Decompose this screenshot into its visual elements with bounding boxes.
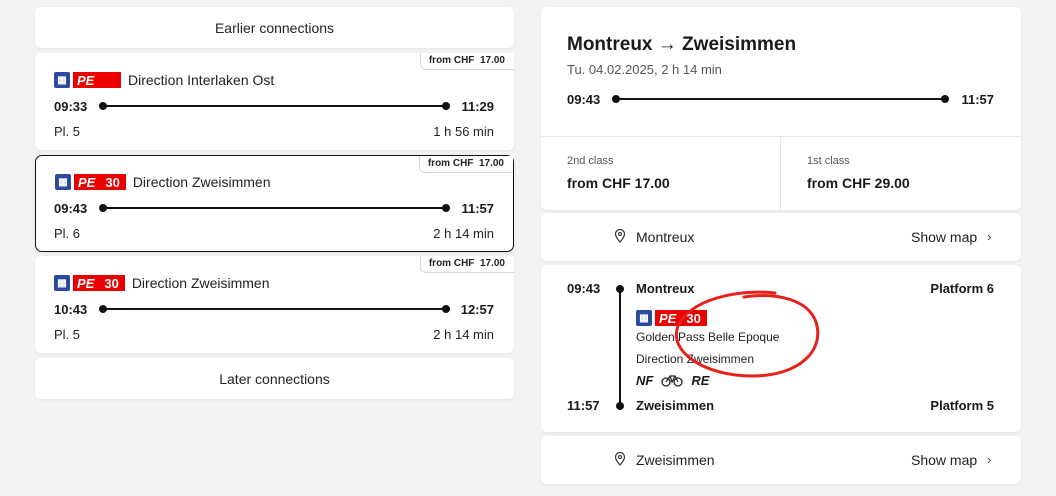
route-end-dot [442, 102, 450, 110]
route-end-dot [442, 204, 450, 212]
direction-text: Direction Zweisimmen [131, 275, 270, 291]
chevron-right-icon: › [987, 229, 992, 244]
duration-text: 2 h 14 min [433, 226, 494, 241]
show-map-link[interactable]: Show map [911, 229, 977, 245]
direction-text: Direction Interlaken Ost [128, 72, 275, 88]
route-line [103, 207, 445, 209]
train-name: Golden Pass Belle Epoque [636, 330, 780, 344]
route-line [103, 105, 445, 107]
departure-platform: Platform 6 [930, 281, 994, 296]
class-label: 2nd class [567, 155, 614, 167]
departure-time: 09:43 [54, 201, 88, 216]
show-map-link[interactable]: Show map [911, 452, 977, 468]
price-tag: from CHF 17.00 [418, 156, 513, 173]
train-icon: ▦ [636, 310, 652, 326]
location-pin-icon [614, 229, 626, 243]
class-price: from CHF 29.00 [807, 175, 910, 191]
chevron-right-icon: › [987, 452, 992, 467]
attribute-re: RE [691, 373, 710, 388]
route-line [103, 308, 445, 310]
price-tag: from CHF 17.00 [419, 53, 514, 70]
platform-text: Pl. 5 [54, 124, 81, 139]
departure-time: 09:43 [567, 92, 601, 107]
route-title: Montreux → Zweisimmen [567, 34, 797, 55]
train-icon: ▦ [54, 275, 70, 291]
class-1st-option[interactable]: 1st class from CHF 29.00 [781, 137, 1021, 210]
platform-text: Pl. 6 [54, 226, 81, 241]
duration-text: 2 h 14 min [433, 327, 494, 342]
departure-time: 09:33 [54, 99, 88, 114]
stop-dot [616, 402, 624, 410]
earlier-connections-label: Earlier connections [214, 19, 335, 36]
departure-station: Montreux [636, 281, 695, 296]
journey-summary-card: Montreux → Zweisimmen Tu. 04.02.2025, 2 … [541, 7, 1021, 210]
later-connections-label: Later connections [219, 370, 330, 387]
direction-text: Direction Zweisimmen [132, 174, 271, 190]
connection-card-1[interactable]: from CHF 17.00 ▦ PE Direction Interlaken… [35, 53, 514, 150]
origin-map-row[interactable]: Montreux Show map › [541, 213, 1021, 261]
route-end-dot [442, 305, 450, 313]
departure-time: 10:43 [54, 302, 88, 317]
origin-stop-name: Montreux [636, 229, 695, 245]
line-badge: PE 30 [74, 174, 126, 190]
stop-arrival-time: 11:57 [567, 398, 600, 413]
arrival-station: Zweisimmen [636, 398, 715, 413]
connection-card-2[interactable]: from CHF 17.00 ▦ PE 30 Direction Zweisim… [35, 155, 514, 252]
arrival-time: 11:29 [461, 99, 494, 114]
train-icon: ▦ [54, 72, 70, 88]
later-connections-button[interactable]: Later connections [35, 358, 514, 399]
bicycle-icon [661, 375, 683, 387]
attribute-nf: NF [636, 373, 654, 388]
arrival-time: 11:57 [961, 92, 994, 107]
connection-card-3[interactable]: from CHF 17.00 ▦ PE 30 Direction Zweisim… [35, 256, 514, 353]
route-line [616, 98, 946, 100]
arrival-platform: Platform 5 [930, 398, 994, 413]
arrival-time: 12:57 [460, 302, 494, 317]
location-pin-icon [614, 452, 626, 466]
journey-detail-card: 09:43 Montreux Platform 6 ▦ PE 30 Golden… [541, 265, 1021, 432]
line-badge: PE [73, 72, 121, 88]
line-badge: PE 30 [655, 310, 707, 326]
train-direction: Direction Zweisimmen [636, 352, 755, 366]
route-end-dot [941, 95, 949, 103]
train-icon: ▦ [55, 174, 71, 190]
destination-map-row[interactable]: Zweisimmen Show map › [541, 436, 1021, 484]
stop-departure-time: 09:43 [567, 281, 601, 296]
duration-text: 1 h 56 min [433, 124, 494, 139]
class-2nd-option[interactable]: 2nd class from CHF 17.00 [541, 137, 780, 210]
arrival-time: 11:57 [461, 201, 494, 216]
class-price: from CHF 17.00 [567, 175, 670, 191]
destination-stop-name: Zweisimmen [636, 452, 715, 468]
line-badge: PE 30 [73, 275, 125, 291]
price-tag: from CHF 17.00 [419, 256, 514, 273]
route-subtitle: Tu. 04.02.2025, 2 h 14 min [567, 62, 722, 77]
class-label: 1st class [807, 155, 850, 167]
earlier-connections-button[interactable]: Earlier connections [35, 7, 514, 48]
journey-line [619, 289, 621, 405]
platform-text: Pl. 5 [54, 327, 81, 342]
